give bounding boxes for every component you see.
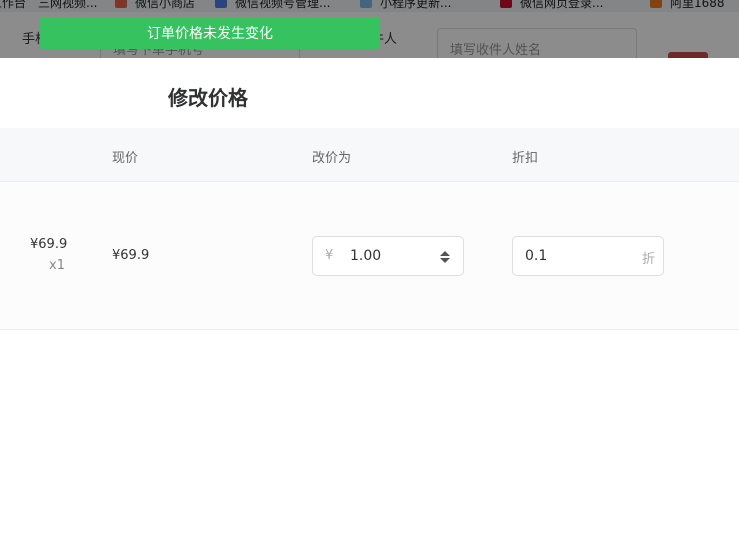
discount-value[interactable]: 0.1 <box>525 248 547 264</box>
dialog-title: 修改价格 <box>168 86 248 110</box>
increment-icon[interactable] <box>440 251 450 256</box>
unit-price: ¥69.9 <box>30 237 68 252</box>
modify-price-dialog: 修改价格 现价 改价为 折扣 ¥69.9 x1 ¥69.9 ¥ 1.00 0.1… <box>0 58 739 553</box>
column-header-current-price: 现价 <box>112 151 139 166</box>
table-row: ¥69.9 x1 ¥69.9 ¥ 1.00 0.1 折 <box>0 182 739 330</box>
column-header-discount: 折扣 <box>512 151 539 166</box>
toast-message: 订单价格未发生变化 <box>40 17 380 49</box>
discount-suffix: 折 <box>641 252 655 267</box>
discount-input[interactable]: 0.1 折 <box>512 236 664 276</box>
currency-prefix: ¥ <box>325 248 334 263</box>
column-header-new-price: 改价为 <box>312 151 352 166</box>
current-price: ¥69.9 <box>112 248 150 263</box>
quantity: x1 <box>49 258 65 273</box>
new-price-input[interactable]: ¥ 1.00 <box>312 236 464 276</box>
new-price-value[interactable]: 1.00 <box>350 248 381 264</box>
table-header: 现价 改价为 折扣 <box>0 128 739 182</box>
number-spinner[interactable] <box>439 248 451 266</box>
decrement-icon[interactable] <box>440 258 450 263</box>
